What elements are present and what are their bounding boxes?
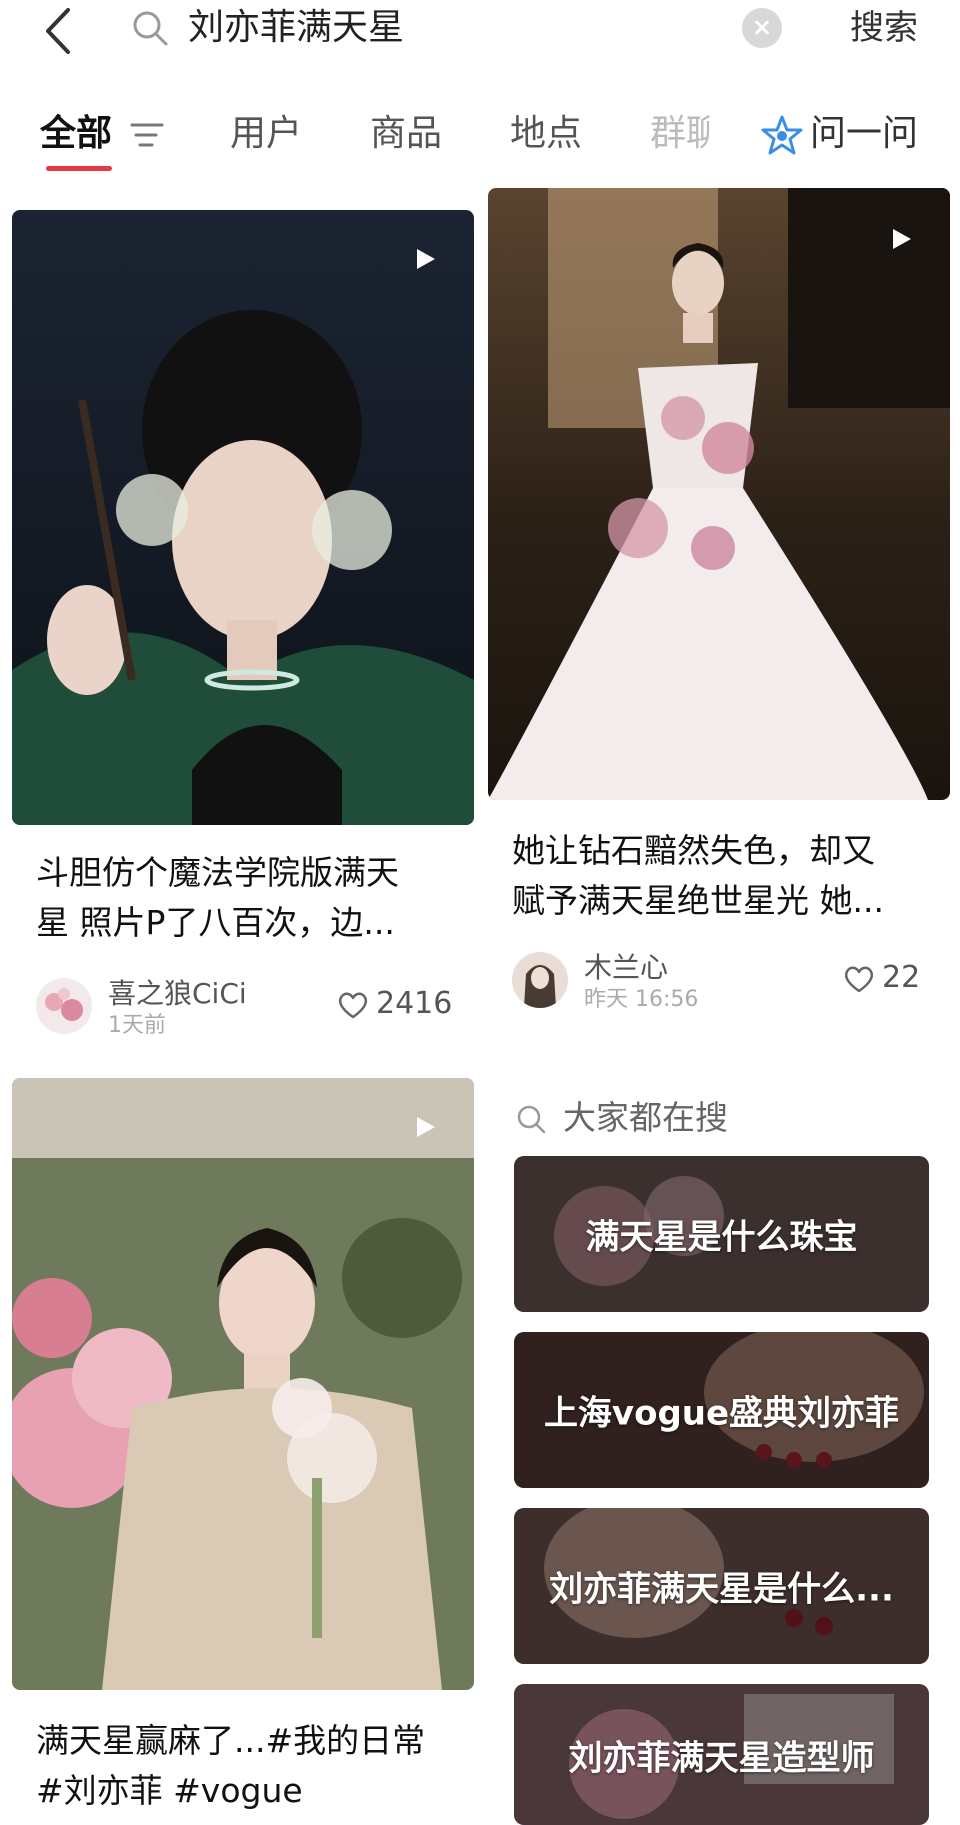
heart-icon [844, 966, 874, 992]
post-time: 1天前 [108, 1013, 166, 1038]
tab-places[interactable]: 地点 [510, 110, 582, 158]
like-button[interactable]: 22 [842, 958, 920, 998]
tab-users[interactable]: 用户 [230, 110, 302, 158]
trending-item[interactable]: 刘亦菲满天星造型师 [514, 1684, 929, 1825]
filter-tabs: 全部 用户 商品 地点 群聊 问一问 [0, 100, 960, 180]
heart-icon [338, 992, 368, 1018]
trending-label: 刘亦菲满天星是什么... [549, 1569, 894, 1610]
tab-groups[interactable]: 群聊 [650, 110, 710, 158]
card-2-image[interactable] [488, 188, 950, 800]
like-count: 2416 [376, 986, 453, 1021]
ask-star-icon[interactable] [760, 114, 804, 158]
author-name[interactable]: 喜之狼CiCi [108, 976, 247, 1012]
tab-products[interactable]: 商品 [370, 110, 442, 158]
gown-illustration [488, 188, 950, 800]
ask-label[interactable]: 问一问 [810, 110, 918, 158]
avatar[interactable] [36, 978, 92, 1034]
bouquet-illustration [12, 1078, 474, 1690]
play-icon [417, 1117, 435, 1137]
like-button[interactable]: 2416 [336, 984, 452, 1024]
active-tab-indicator [46, 166, 112, 171]
search-icon [133, 11, 168, 46]
post-time: 昨天 16:56 [584, 987, 699, 1012]
avatar[interactable] [512, 952, 568, 1008]
card-1-image[interactable] [12, 210, 474, 825]
trending-item[interactable]: 刘亦菲满天星是什么... [514, 1508, 929, 1664]
card-1-author[interactable]: 喜之狼CiCi 1天前 2416 [36, 976, 456, 1048]
trending-item[interactable]: 满天星是什么珠宝 [514, 1156, 929, 1312]
search-header: 刘亦菲满天星 搜索 [0, 0, 960, 60]
search-button[interactable]: 搜索 [850, 4, 918, 52]
clear-icon[interactable] [742, 8, 782, 48]
search-icon [517, 1105, 546, 1134]
card-3-image[interactable] [12, 1078, 474, 1690]
card-3-title[interactable]: 满天星赢麻了...#我的日常 #刘亦菲 #vogue [36, 1716, 456, 1816]
play-icon [893, 229, 911, 249]
trending-item[interactable]: 上海vogue盛典刘亦菲 [514, 1332, 929, 1488]
trending-heading: 大家都在搜 [563, 1098, 728, 1137]
back-arrow-icon[interactable] [40, 6, 80, 56]
play-icon [417, 249, 435, 269]
trending-label: 刘亦菲满天星造型师 [568, 1738, 875, 1778]
card-2-title[interactable]: 她让钻石黯然失色，却又 赋予满天星绝世星光 她... [512, 826, 932, 926]
portrait-illustration [12, 210, 474, 825]
tab-all[interactable]: 全部 [40, 110, 112, 158]
trending-label: 满天星是什么珠宝 [585, 1217, 858, 1258]
like-count: 22 [882, 960, 921, 995]
card-1-title[interactable]: 斗胆仿个魔法学院版满天 星 照片P了八百次，边... [36, 848, 456, 948]
search-input[interactable]: 刘亦菲满天星 [188, 4, 404, 52]
filter-icon[interactable] [130, 122, 164, 148]
trending-label: 上海vogue盛典刘亦菲 [543, 1393, 900, 1434]
card-2-author[interactable]: 木兰心 昨天 16:56 22 [512, 950, 932, 1022]
author-name[interactable]: 木兰心 [584, 950, 668, 986]
